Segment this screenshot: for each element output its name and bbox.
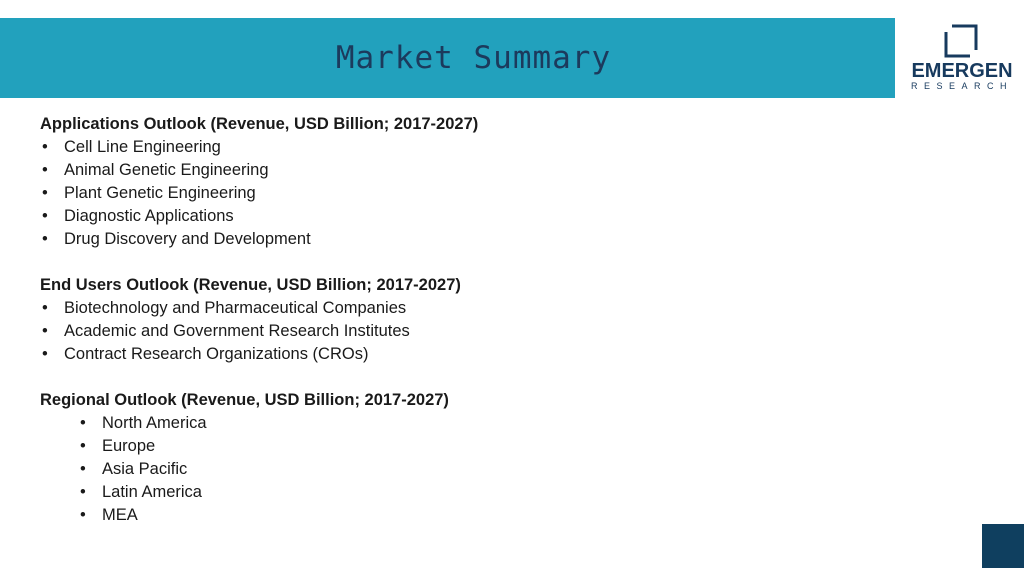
list-item: Academic and Government Research Institu… [40,320,940,343]
list-item: Drug Discovery and Development [40,228,940,251]
applications-outlook-section: Applications Outlook (Revenue, USD Billi… [40,113,940,251]
logo-square-icon [944,24,978,58]
list-item: Diagnostic Applications [40,205,940,228]
list-item: North America [40,412,940,435]
bullet-list: North America Europe Asia Pacific Latin … [40,412,940,527]
end-users-outlook-section: End Users Outlook (Revenue, USD Billion;… [40,274,940,366]
list-item: Asia Pacific [40,458,940,481]
list-item: Animal Genetic Engineering [40,159,940,182]
list-item: Contract Research Organizations (CROs) [40,343,940,366]
corner-accent-block [982,524,1024,568]
bullet-list: Cell Line Engineering Animal Genetic Eng… [40,136,940,251]
list-item: Latin America [40,481,940,504]
slide: Market Summary EMERGEN RESEARCH Applicat… [0,0,1024,576]
list-item: Cell Line Engineering [40,136,940,159]
regional-outlook-section: Regional Outlook (Revenue, USD Billion; … [40,389,940,527]
logo-subtitle: RESEARCH [910,81,1013,91]
section-heading: Regional Outlook (Revenue, USD Billion; … [40,391,449,409]
emergen-research-logo: EMERGEN RESEARCH [905,22,1019,94]
list-item: MEA [40,504,940,527]
bullet-list: Biotechnology and Pharmaceutical Compani… [40,297,940,366]
list-item: Plant Genetic Engineering [40,182,940,205]
section-heading: Applications Outlook (Revenue, USD Billi… [40,115,479,133]
list-item: Europe [40,435,940,458]
slide-title: Market Summary [335,40,612,76]
section-heading: End Users Outlook (Revenue, USD Billion;… [40,276,461,294]
header-band: Market Summary [0,18,895,98]
logo-brand: EMERGEN [911,60,1013,82]
list-item: Biotechnology and Pharmaceutical Compani… [40,297,940,320]
summary-content: Applications Outlook (Revenue, USD Billi… [40,113,940,550]
